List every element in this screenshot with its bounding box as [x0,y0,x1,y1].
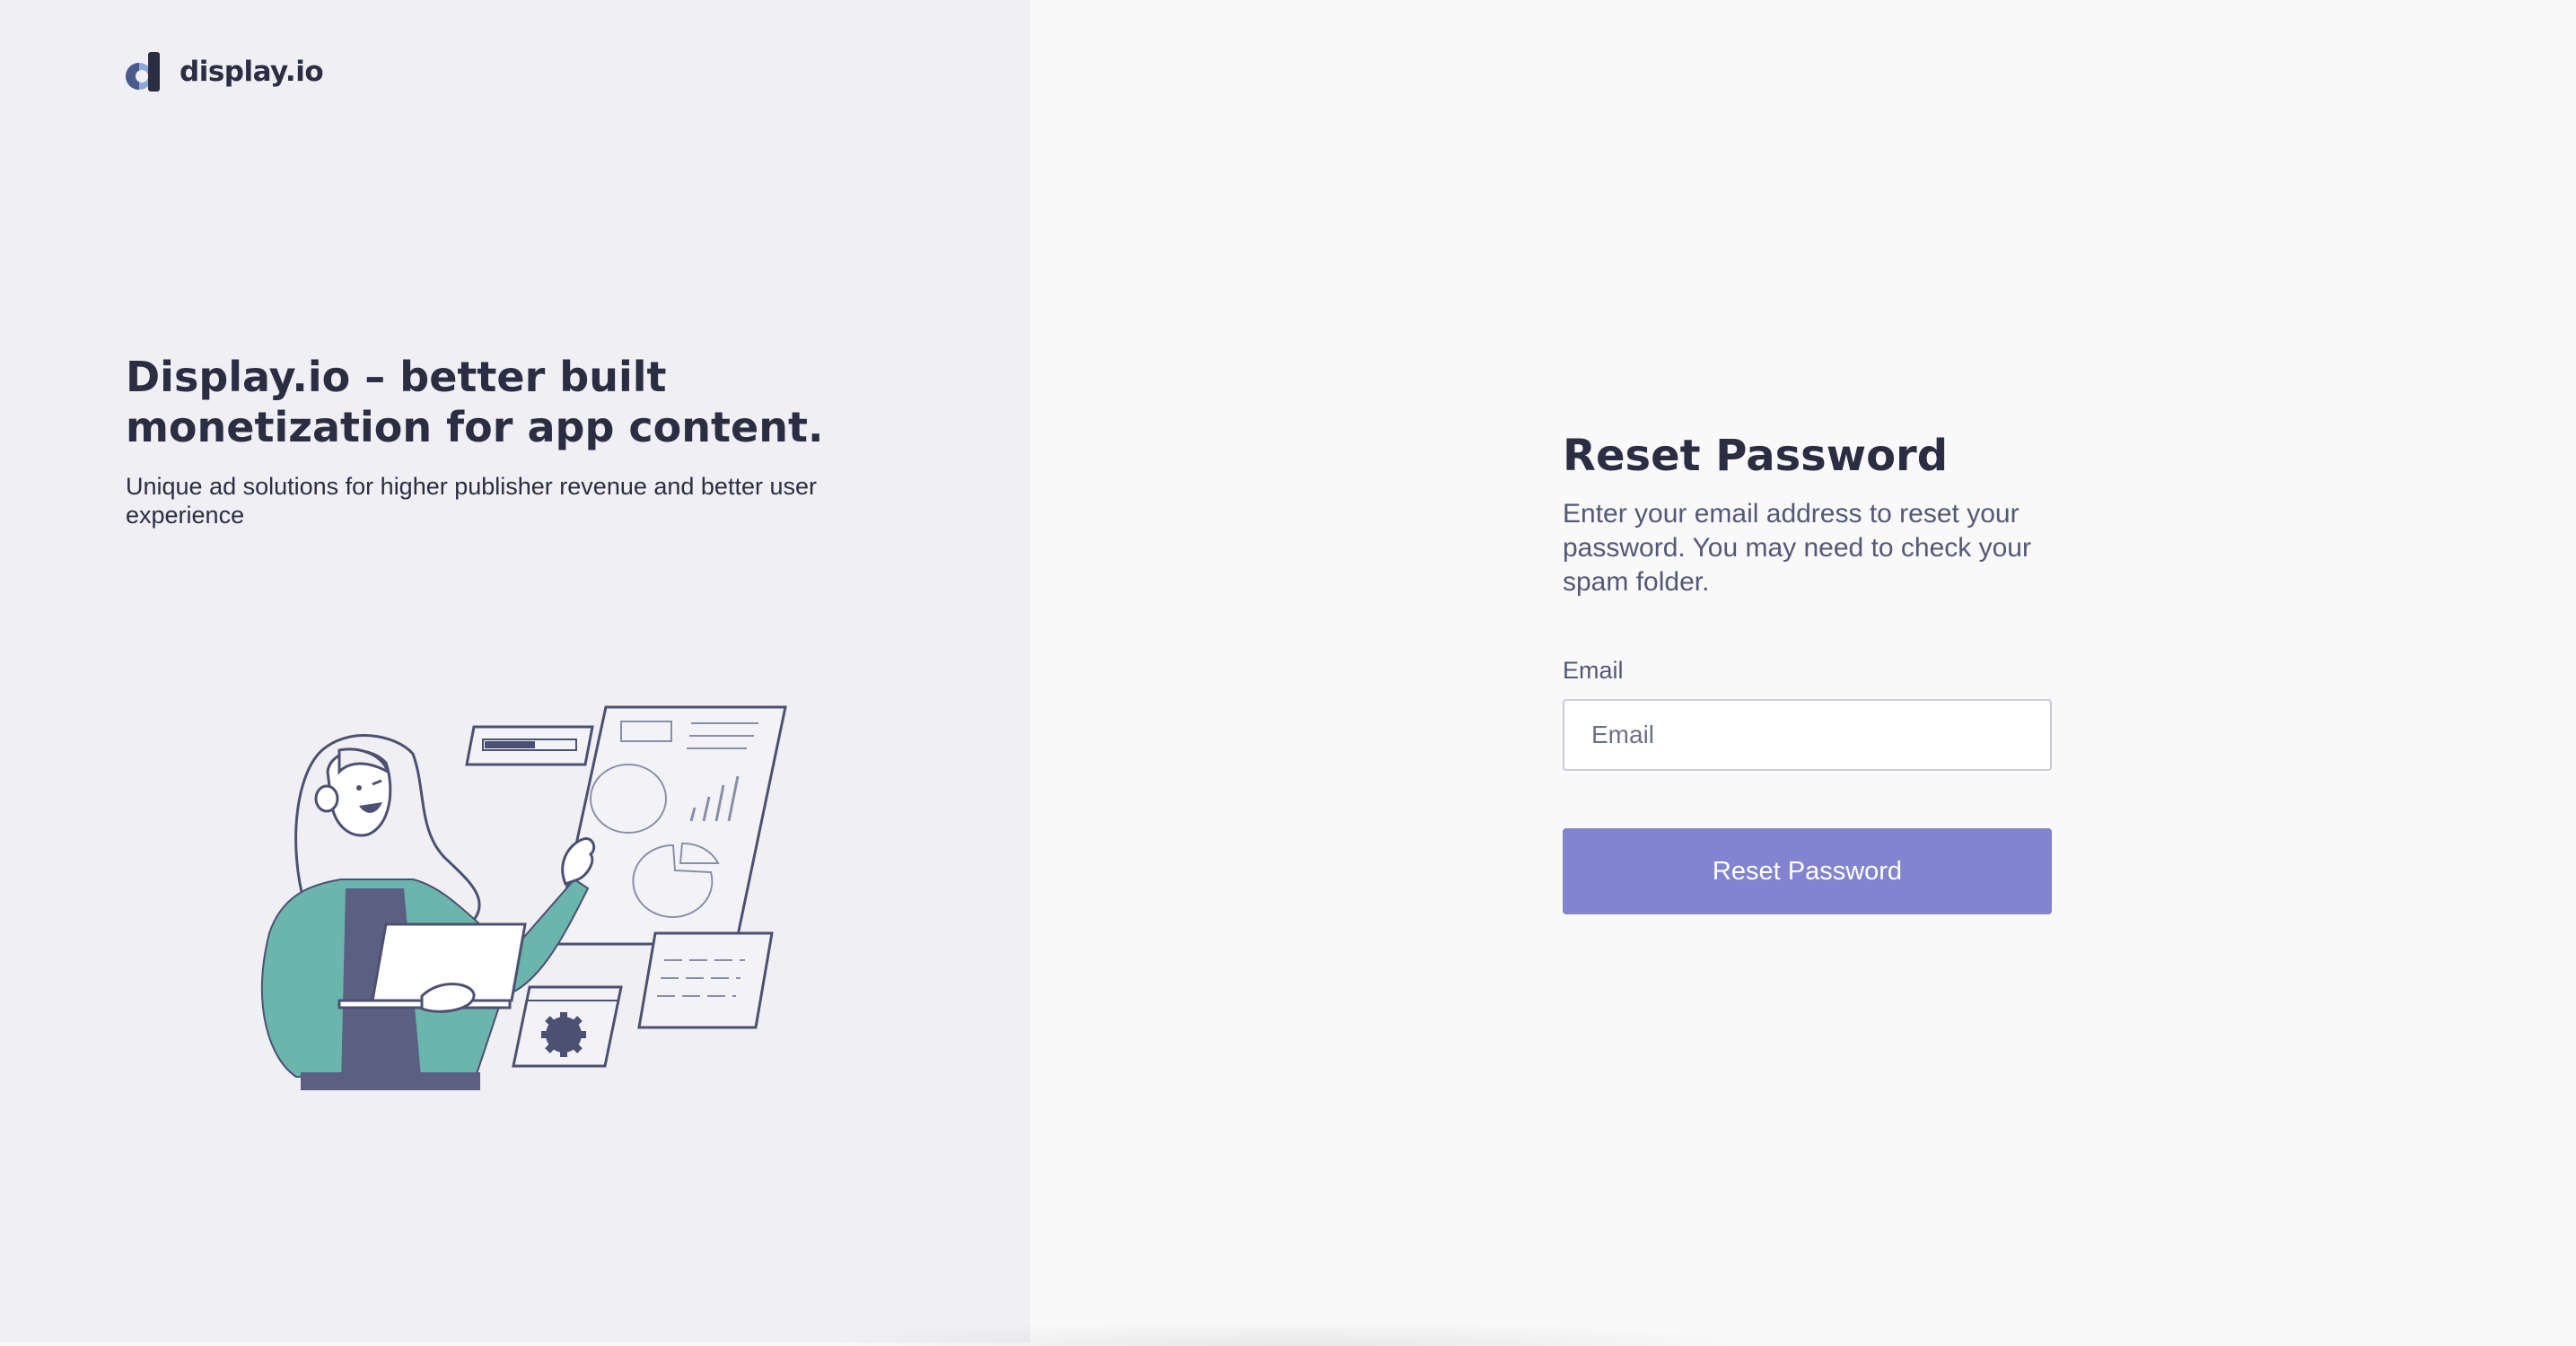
reset-password-button[interactable]: Reset Password [1563,828,2052,914]
form-title: Reset Password [1563,431,1949,481]
woman-presenting-dashboard-illustration [260,705,787,1090]
display-io-logo-icon [126,52,160,92]
hero-headline: Display.io – better built monetization f… [126,353,824,451]
email-label: Email [1563,657,1624,684]
email-field[interactable] [1563,699,2052,771]
brand-name: display.io [180,56,324,88]
form-description: Enter your email address to reset your p… [1563,499,2031,597]
reset-password-form: Reset Password Enter your email address … [1563,427,2052,914]
hero-subline: Unique ad solutions for higher publisher… [126,473,817,529]
left-panel: display.io Display.io – better built mon… [0,0,1030,1342]
brand-logo[interactable]: display.io [124,50,324,93]
